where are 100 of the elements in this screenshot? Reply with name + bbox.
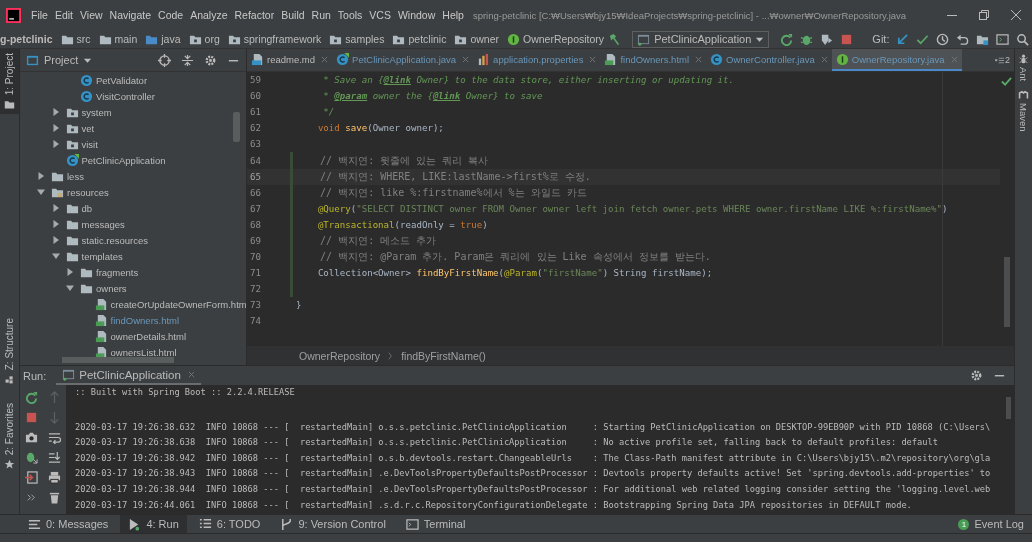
code-line: @Query("SELECT DISTINCT owner FROM Owner owner left join fetch owner.pets WHERE owner.firstName LIKE %:firstName%")	[316, 203, 948, 214]
line-number: 63	[249, 139, 262, 150]
breadcrumb[interactable]: owner	[454, 32, 499, 46]
line-number: 67	[249, 203, 262, 214]
console-line: 2020-03-17 19:26:44.061 INFO 10868 --- [ restartedMain] .s.d.r.c.RepositoryConfigurationDelegate : Bootstrapping Spring Data JPA repositories in DEFAULT mode.	[75, 498, 913, 512]
tree-item[interactable]: ownersList.html	[20, 344, 246, 360]
code-line: // 백지연: @Param 추가. Param은 쿼리에 있는 Like 속성에서 정보를 받는다.	[319, 250, 711, 265]
tool-window-tab[interactable]: 6: TODO	[190, 515, 269, 533]
tree-item[interactable]: static.resources	[20, 232, 246, 248]
menu-item[interactable]: Window	[397, 9, 436, 21]
code-line: // 백지연: 메소드 추가	[319, 234, 437, 248]
console-line: 2020-03-17 19:26:38.944 INFO 10868 --- [ restartedMain] .e.DevToolsPropertyDefaultsPostProcessor : For additional web related logging consider setting the 'logging.level.web	[75, 482, 992, 496]
tree-item[interactable]: owners	[20, 280, 246, 296]
menu-item[interactable]: Code	[158, 9, 184, 21]
code-line: Collection<Owner> findByFirstName(@Param("firstName") String firstName);	[316, 268, 713, 279]
tree-item[interactable]: messages	[20, 216, 246, 232]
tree-item[interactable]: db	[20, 200, 246, 216]
tab-list-button[interactable]: 2	[991, 49, 1014, 71]
tree-item[interactable]: visit	[20, 136, 246, 152]
breadcrumb[interactable]: OwnerRepository	[299, 350, 381, 362]
line-number: 60	[249, 91, 262, 102]
window-title: spring-petclinic [C:₩Users₩bjy15₩IdeaProjects₩spring-petclinic] - ...₩owner₩OwnerRepository.java	[472, 9, 907, 21]
line-number: 73	[249, 300, 262, 311]
tool-window-button[interactable]: 2: Favorites	[0, 398, 19, 474]
breadcrumb[interactable]: springframework	[227, 32, 322, 46]
menu-item[interactable]: VCS	[369, 9, 391, 21]
tree-item[interactable]: ownerDetails.html	[20, 328, 246, 344]
menu-item[interactable]: Edit	[54, 9, 73, 21]
code-line: }	[296, 300, 302, 311]
menu-item[interactable]: Refactor	[234, 9, 275, 21]
breadcrumb[interactable]: OwnerRepository	[507, 32, 605, 46]
line-number: 62	[249, 123, 262, 134]
line-number: 70	[249, 252, 262, 263]
code-line: * @param owner the {@link Owner} to save	[322, 91, 543, 102]
editor-tab[interactable]: PetClinicApplication.java	[332, 49, 474, 71]
tree-item[interactable]: less	[20, 168, 246, 184]
tree-item[interactable]: system	[20, 104, 246, 120]
menu-item[interactable]: Build	[281, 9, 305, 21]
line-number: 69	[249, 236, 262, 246]
line-number: 66	[249, 187, 262, 198]
line-number: 71	[249, 268, 262, 279]
tree-item[interactable]: vet	[20, 120, 246, 136]
tool-window-tab[interactable]: 4: Run	[120, 515, 187, 533]
notification-count: 1	[958, 518, 970, 530]
breadcrumb[interactable]: samples	[329, 32, 385, 46]
editor-tab[interactable]: application.properties	[473, 49, 601, 71]
breadcrumb[interactable]: java	[145, 32, 181, 46]
menu-item[interactable]: Tools	[337, 9, 363, 21]
code-line: // 백지연: like %:firstname%에서 %는 와일드 카드	[319, 185, 587, 200]
vcs-label: Git:	[872, 33, 890, 45]
tree-item[interactable]: VisitController	[20, 88, 246, 104]
menu-item[interactable]: Help	[442, 9, 464, 21]
tool-window-tab[interactable]: 0: Messages	[20, 515, 117, 533]
tree-item[interactable]: PetClinicApplication	[20, 152, 246, 168]
tree-item[interactable]: templates	[20, 248, 246, 264]
code-line: void save(Owner owner);	[316, 123, 444, 134]
code-line: // 백지연: WHERE, LIKE:lastName->first%로 수정.	[319, 169, 591, 184]
tree-item[interactable]: findOwners.html	[20, 312, 246, 328]
line-number: 72	[249, 284, 262, 295]
breadcrumb[interactable]: findByFirstName()	[401, 350, 486, 362]
line-number: 65	[249, 171, 262, 182]
line-number: 68	[249, 219, 262, 230]
menu-item[interactable]: Run	[311, 9, 331, 21]
menu-item[interactable]: File	[31, 9, 48, 21]
menu-item[interactable]: Navigate	[109, 9, 152, 21]
menu-item[interactable]: View	[80, 9, 103, 21]
project-view-dropdown[interactable]: Project	[26, 53, 93, 67]
tool-window-button[interactable]: Z: Structure	[0, 313, 19, 389]
code-line: // 백지연: 윗줄에 있는 쿼리 복사	[319, 153, 489, 168]
line-number: 64	[249, 155, 262, 166]
console-line: 2020-03-17 19:26:38.632 INFO 10868 --- [ restartedMain] o.s.s.petclinic.PetClinicApplication : Starting PetClinicApplication on DESKTOP-99EB90P with PID 10868 (C:\Users\	[75, 420, 992, 434]
breadcrumb[interactable]: main	[98, 32, 138, 46]
breadcrumb[interactable]: src	[60, 32, 91, 46]
code-line: @Transactional(readOnly = true)	[316, 219, 488, 230]
tool-window-tab[interactable]: Terminal	[397, 515, 474, 533]
tool-window-button[interactable]: Ant	[1018, 53, 1029, 82]
line-number: 61	[249, 107, 262, 118]
console-line: 2020-03-17 19:26:38.943 INFO 10868 --- [ restartedMain] .e.DevToolsPropertyDefaultsPostProcessor : Devtools property defaults active! Set 'spring.devtools.add-properties' to	[75, 467, 992, 481]
code-line: */	[322, 107, 335, 118]
breadcrumb[interactable]: g-petclinic	[0, 33, 53, 45]
editor-tab[interactable]: OwnerController.java	[706, 49, 832, 71]
panel-label: Run:	[23, 369, 47, 382]
tool-window-button[interactable]: 1: Project	[0, 49, 19, 115]
line-number: 59	[249, 75, 262, 86]
console-line: :: Built with Spring Boot :: 2.2.4.RELEASE	[75, 386, 296, 399]
editor-tab[interactable]: findOwners.html	[600, 49, 707, 71]
line-number: 74	[249, 316, 262, 327]
breadcrumb[interactable]: org	[188, 32, 220, 46]
menu-item[interactable]: Analyze	[190, 9, 228, 21]
tool-window-button[interactable]: Maven	[1018, 89, 1029, 132]
tree-item[interactable]: fragments	[20, 264, 246, 280]
event-log-button[interactable]: 1 Event Log	[950, 515, 1032, 533]
tool-window-tab[interactable]: 9: Version Control	[272, 515, 394, 533]
editor-tab[interactable]: readme.md	[247, 49, 333, 71]
breadcrumb[interactable]: petclinic	[392, 32, 447, 46]
tree-item[interactable]: createOrUpdateOwnerForm.htm	[20, 296, 246, 312]
console-line: 2020-03-17 19:26:38.638 INFO 10868 --- [ restartedMain] o.s.s.petclinic.PetClinicApplication : No active profile set, falling back to default profiles: default	[75, 436, 939, 450]
run-configuration-dropdown[interactable]: PetClinicApplication	[632, 30, 770, 48]
tree-item[interactable]: PetValidator	[20, 72, 246, 88]
tree-item[interactable]: resources	[20, 184, 246, 200]
